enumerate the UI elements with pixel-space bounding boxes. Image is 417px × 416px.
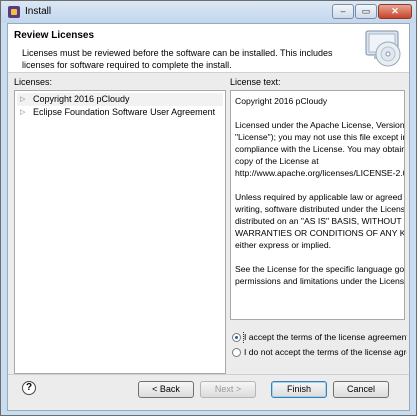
licenses-label: Licenses:: [14, 77, 53, 87]
cancel-button[interactable]: Cancel: [333, 381, 389, 398]
minimize-button[interactable]: –: [332, 4, 354, 19]
button-bar-separator: [8, 374, 409, 375]
page-title: Review Licenses: [14, 30, 95, 41]
wizard-header: Review Licenses Licenses must be reviewe…: [8, 24, 409, 73]
back-button[interactable]: < Back: [138, 381, 194, 398]
finish-button[interactable]: Finish: [271, 381, 327, 398]
tree-item-pcloudy[interactable]: ▷ Copyright 2016 pCloudy: [17, 93, 223, 106]
window-title: Install: [25, 6, 52, 17]
dialog-body: Review Licenses Licenses must be reviewe…: [7, 23, 410, 411]
licenses-tree[interactable]: ▷ Copyright 2016 pCloudy ▷ Eclipse Found…: [14, 90, 226, 374]
expand-arrow-icon[interactable]: ▷: [20, 93, 25, 106]
decline-radio-label: I do not accept the terms of the license…: [244, 347, 407, 357]
license-text-label: License text:: [230, 77, 281, 87]
license-text-paragraph: Licensed under the Apache License, Versi…: [235, 120, 405, 178]
tree-item-eclipse[interactable]: ▷ Eclipse Foundation Software User Agree…: [17, 106, 223, 119]
decline-radio[interactable]: I do not accept the terms of the license…: [232, 346, 407, 359]
next-button[interactable]: Next >: [200, 381, 256, 398]
radio-unchecked-icon[interactable]: [232, 348, 241, 357]
maximize-button[interactable]: ▭: [355, 4, 377, 19]
license-text-paragraph: Copyright 2016 pCloudy: [235, 96, 328, 106]
expand-arrow-icon[interactable]: ▷: [20, 106, 25, 119]
close-button[interactable]: ✕: [378, 4, 412, 19]
tree-item-label: Eclipse Foundation Software User Agreeme…: [33, 107, 216, 117]
license-text-area[interactable]: Copyright 2016 pCloudy Licensed under th…: [230, 90, 405, 320]
install-dialog: Install – ▭ ✕ Review Licenses Licenses m…: [0, 0, 417, 416]
tree-item-label: Copyright 2016 pCloudy: [33, 94, 130, 104]
license-text-paragraph: Unless required by applicable law or agr…: [235, 192, 405, 250]
accept-radio[interactable]: I accept the terms of the license agreem…: [232, 331, 407, 344]
app-icon: [8, 6, 20, 18]
license-text-paragraph: See the License for the specific languag…: [235, 264, 405, 286]
install-cd-icon: [365, 30, 401, 67]
page-description: Licenses must be reviewed before the sof…: [22, 48, 333, 70]
title-bar: Install – ▭ ✕: [1, 1, 416, 23]
radio-checked-icon[interactable]: [232, 333, 241, 342]
accept-radio-label: I accept the terms of the license agreem…: [242, 331, 407, 344]
help-icon[interactable]: ?: [22, 381, 36, 395]
